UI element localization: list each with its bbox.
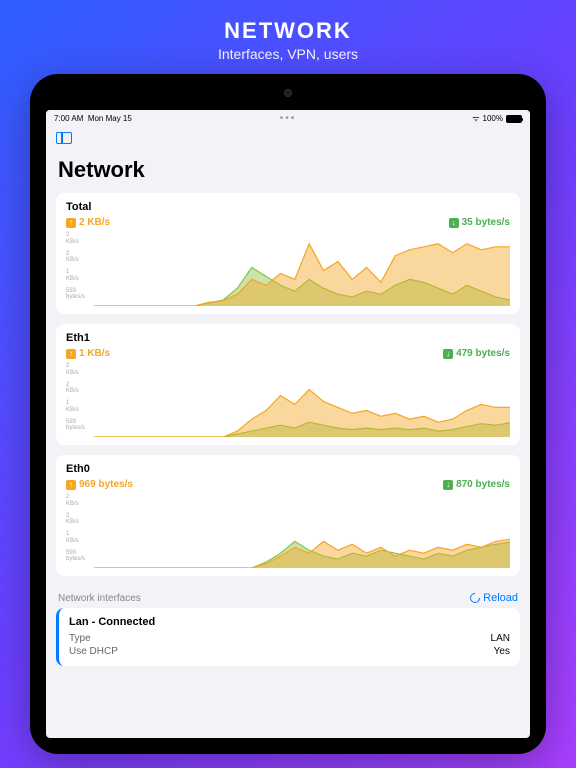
chart-card-total[interactable]: Total ↑2 KB/s ↓35 bytes/s 2KB/s2KB/s1KB/… bbox=[56, 193, 520, 314]
interfaces-header: Network interfaces Reload bbox=[56, 586, 520, 608]
reload-button[interactable]: Reload bbox=[470, 592, 518, 604]
chart-title: Total bbox=[66, 201, 510, 213]
y-axis: 2KB/s2KB/s1KB/s593bytes/s bbox=[66, 363, 94, 437]
hero-banner: NETWORK Interfaces, VPN, users bbox=[218, 0, 358, 74]
status-time: 7:00 AM bbox=[54, 114, 83, 123]
chart-title: Eth1 bbox=[66, 332, 510, 344]
chart-card-eth1[interactable]: Eth1 ↑1 KB/s ↓479 bytes/s 2KB/s2KB/s1KB/… bbox=[56, 324, 520, 445]
interface-row: Use DHCPYes bbox=[69, 645, 510, 658]
chart-card-eth0[interactable]: Eth0 ↑969 bytes/s ↓870 bytes/s 2KB/s2KB/… bbox=[56, 455, 520, 576]
chart-rates: ↑1 KB/s ↓479 bytes/s bbox=[66, 348, 510, 359]
rate-down: ↓479 bytes/s bbox=[443, 348, 510, 359]
hero-title: NETWORK bbox=[218, 18, 358, 44]
tablet-frame: 7:00 AM Mon May 15 ••• ᯤ 100% Network To… bbox=[30, 74, 546, 754]
status-right: ᯤ 100% bbox=[472, 113, 522, 124]
interface-name: Lan - Connected bbox=[69, 616, 510, 628]
y-axis: 2KB/s2KB/s1KB/s593bytes/s bbox=[66, 232, 94, 306]
battery-icon bbox=[506, 115, 522, 123]
wifi-icon: ᯤ bbox=[472, 113, 479, 124]
arrow-up-icon: ↑ bbox=[66, 218, 76, 228]
rate-up: ↑2 KB/s bbox=[66, 217, 110, 228]
page-title: Network bbox=[56, 153, 520, 193]
arrow-down-icon: ↓ bbox=[443, 480, 453, 490]
rate-up: ↑1 KB/s bbox=[66, 348, 110, 359]
chart-rates: ↑969 bytes/s ↓870 bytes/s bbox=[66, 479, 510, 490]
toolbar bbox=[46, 127, 530, 153]
chart-title: Eth0 bbox=[66, 463, 510, 475]
battery-text: 100% bbox=[483, 114, 503, 123]
arrow-down-icon: ↓ bbox=[443, 349, 453, 359]
screen: 7:00 AM Mon May 15 ••• ᯤ 100% Network To… bbox=[46, 110, 530, 738]
chart-area bbox=[94, 363, 510, 437]
chart-area bbox=[94, 232, 510, 306]
hero-subtitle: Interfaces, VPN, users bbox=[218, 46, 358, 62]
y-axis: 2KB/s2KB/s1KB/s593bytes/s bbox=[66, 494, 94, 568]
reload-label: Reload bbox=[483, 592, 518, 604]
status-date: Mon May 15 bbox=[88, 114, 132, 123]
multitask-dots: ••• bbox=[280, 113, 297, 124]
interfaces-label: Network interfaces bbox=[58, 593, 141, 604]
reload-icon bbox=[468, 591, 482, 605]
content-scroll[interactable]: Network Total ↑2 KB/s ↓35 bytes/s 2KB/s2… bbox=[46, 153, 530, 738]
arrow-up-icon: ↑ bbox=[66, 349, 76, 359]
rate-down: ↓870 bytes/s bbox=[443, 479, 510, 490]
chart-rates: ↑2 KB/s ↓35 bytes/s bbox=[66, 217, 510, 228]
arrow-down-icon: ↓ bbox=[449, 218, 459, 228]
camera-dot bbox=[284, 89, 292, 97]
interface-card[interactable]: Lan - Connected TypeLANUse DHCPYes bbox=[56, 608, 520, 666]
sidebar-toggle-icon[interactable] bbox=[56, 132, 72, 144]
rate-up: ↑969 bytes/s bbox=[66, 479, 133, 490]
interface-row: TypeLAN bbox=[69, 632, 510, 645]
chart-area bbox=[94, 494, 510, 568]
rate-down: ↓35 bytes/s bbox=[449, 217, 510, 228]
arrow-up-icon: ↑ bbox=[66, 480, 76, 490]
status-bar: 7:00 AM Mon May 15 ••• ᯤ 100% bbox=[46, 110, 530, 127]
status-time-date: 7:00 AM Mon May 15 bbox=[54, 114, 132, 123]
